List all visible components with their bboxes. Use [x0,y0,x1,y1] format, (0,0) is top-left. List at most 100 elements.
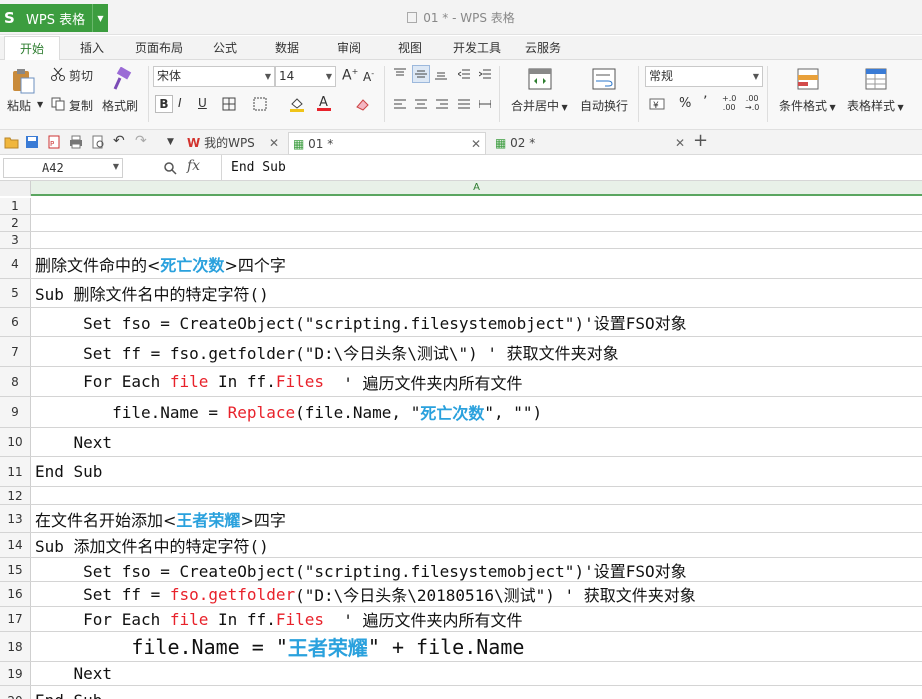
font-size-select[interactable]: 14 ▼ [275,66,336,87]
row-number[interactable]: 5 [0,279,31,307]
cell-border-style-icon[interactable] [252,96,268,112]
copy-icon[interactable] [50,96,66,112]
new-tab-icon[interactable]: + [693,130,708,151]
currency-icon[interactable]: ¥ [648,96,668,112]
table-style-button[interactable]: 表格样式 ▼ [847,97,904,114]
decrease-decimal-icon[interactable]: .00 →.0 [745,94,759,112]
tab-doc-01[interactable]: ▦ 01 * ✕ [288,132,486,155]
distributed-icon[interactable] [478,97,492,111]
row-number[interactable]: 10 [0,428,31,456]
row-number[interactable]: 16 [0,582,31,606]
print-preview-icon[interactable] [90,134,106,150]
cell-a14[interactable]: Sub 添加文件名中的特定字符() [31,533,922,557]
save-icon[interactable] [24,134,40,150]
table-style-icon[interactable] [863,66,889,92]
print-icon[interactable] [68,134,84,150]
cell-a11[interactable]: End Sub [31,457,922,486]
redo-icon[interactable]: ↷ [135,133,147,149]
cell-a7[interactable]: Set ff = fso.getfolder("D:\今日头条\测试\") ' … [31,337,922,366]
row-number[interactable]: 7 [0,337,31,366]
tab-view[interactable]: 视图 [390,36,430,60]
row-number[interactable]: 17 [0,607,31,631]
fill-color-icon[interactable] [288,95,306,113]
align-bottom-icon[interactable] [434,67,448,81]
cell-a16[interactable]: Set ff = fso.getfolder ("D:\今日头条\20180516… [31,582,922,606]
align-left-icon[interactable] [393,97,407,111]
increase-font-icon[interactable]: A+ [342,67,358,84]
row-number[interactable]: 14 [0,533,31,557]
cell-a20[interactable]: End Sub [31,686,922,699]
row-number[interactable]: 4 [0,249,31,278]
close-icon[interactable]: ✕ [269,132,279,154]
cell-a19[interactable]: Next [31,662,922,685]
bold-button[interactable]: B [155,95,173,113]
row-number[interactable]: 18 [0,632,31,661]
row-number[interactable]: 8 [0,367,31,396]
comma-button[interactable]: ’ [703,94,707,110]
increase-indent-icon[interactable] [478,67,492,81]
number-format-select[interactable]: 常规 ▼ [645,66,763,87]
cell-a10[interactable]: Next [31,428,922,456]
percent-button[interactable]: % [679,96,691,111]
wrap-text-icon[interactable] [591,66,617,92]
cell-a15[interactable]: Set fso = CreateObject("scripting.filesy… [31,558,922,581]
format-painter-icon[interactable] [110,66,134,92]
tab-data[interactable]: 数据 [267,36,307,60]
scissors-icon[interactable] [50,66,66,82]
undo-icon[interactable]: ↶ [113,133,125,149]
conditional-format-icon[interactable] [795,66,821,92]
close-icon[interactable]: ✕ [471,133,481,155]
cell-a2[interactable] [31,215,922,231]
chevron-down-icon[interactable]: ▼ [113,162,119,171]
search-icon[interactable] [162,160,178,176]
cell-a4[interactable]: 删除文件命中的< 死亡次数 >四个字 [31,249,922,278]
borders-icon[interactable] [221,96,237,112]
row-number[interactable]: 11 [0,457,31,486]
wrap-text-button[interactable]: 自动换行 [580,97,628,114]
row-number[interactable]: 9 [0,397,31,427]
column-header-a[interactable]: A [31,181,922,195]
formula-input[interactable]: End Sub [231,160,286,175]
tab-cloud[interactable]: 云服务 [518,36,568,60]
cell-a6[interactable]: Set fso = CreateObject("scripting.filesy… [31,308,922,336]
close-icon[interactable]: ✕ [675,132,685,154]
tab-formulas[interactable]: 公式 [205,36,245,60]
row-number[interactable]: 3 [0,232,31,248]
cell-a3[interactable] [31,232,922,248]
tab-review[interactable]: 审阅 [329,36,369,60]
cell-a17[interactable]: For Each file In ff. Files ' 遍历文件夹内所有文件 [31,607,922,631]
chevron-down-icon[interactable]: ▼ [37,100,43,109]
name-box[interactable]: A42 ▼ [3,158,123,178]
chevron-down-icon[interactable]: ▼ [167,137,174,147]
format-painter-button[interactable]: 格式刷 [102,97,138,114]
cell-a12[interactable] [31,487,922,504]
tab-page-layout[interactable]: 页面布局 [126,36,192,60]
conditional-format-button[interactable]: 条件格式 ▼ [779,97,836,114]
merge-center-icon[interactable] [527,66,553,92]
fx-icon[interactable]: fx [187,158,200,174]
row-number[interactable]: 13 [0,505,31,532]
cut-button[interactable]: 剪切 [69,67,93,84]
copy-button[interactable]: 复制 [69,97,93,114]
row-number[interactable]: 6 [0,308,31,336]
row-number[interactable]: 1 [0,198,31,214]
tab-insert[interactable]: 插入 [72,36,112,60]
cell-a18[interactable]: file.Name = " 王者荣耀 " + file.Name [31,632,922,661]
tab-developer[interactable]: 开发工具 [447,36,507,60]
cell-a13[interactable]: 在文件名开始添加< 王者荣耀 >四字 [31,505,922,532]
paste-icon[interactable] [8,66,38,96]
decrease-font-icon[interactable]: A- [363,69,374,84]
italic-button[interactable]: I [178,96,182,110]
font-color-icon[interactable]: A [315,94,333,112]
decrease-indent-icon[interactable] [457,67,471,81]
tab-home[interactable]: 开始 [4,36,60,61]
increase-decimal-icon[interactable]: +.0.00 [722,94,736,112]
underline-button[interactable]: U [198,96,207,110]
select-all-corner[interactable] [0,181,31,196]
cell-a8[interactable]: For Each file In ff. Files ' 遍历文件夹内所有文件 [31,367,922,396]
tab-my-wps[interactable]: W 我的WPS ✕ [187,132,283,154]
row-number[interactable]: 12 [0,487,31,504]
row-number[interactable]: 15 [0,558,31,581]
align-middle-icon[interactable] [412,65,430,83]
align-top-icon[interactable] [393,67,407,81]
